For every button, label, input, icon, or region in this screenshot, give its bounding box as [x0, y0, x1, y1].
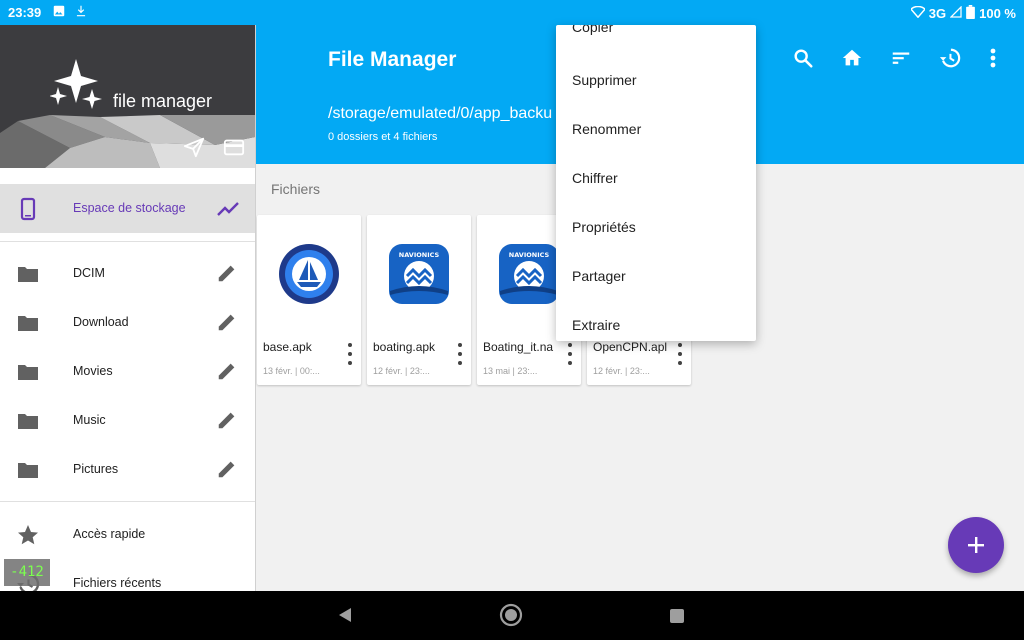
folder-icon	[16, 360, 40, 384]
divider	[0, 501, 255, 502]
card-icon[interactable]	[223, 136, 247, 160]
file-meta: 12 févr. | 23:...	[373, 366, 430, 376]
trending-up-icon[interactable]	[216, 197, 240, 221]
file-more-icon[interactable]	[455, 343, 465, 365]
navionics-app-icon: NAVIONICS	[389, 244, 449, 304]
battery-level: 100 %	[979, 6, 1016, 21]
file-more-icon[interactable]	[345, 343, 355, 365]
drawer-item-storage[interactable]: Espace de stockage	[0, 184, 255, 233]
navigation-bar	[0, 591, 1024, 640]
back-icon[interactable]	[336, 606, 356, 626]
home-icon[interactable]	[839, 45, 865, 71]
folder-icon	[16, 458, 40, 482]
current-path: /storage/emulated/0/app_backu	[328, 105, 553, 122]
menu-item-label: Partager	[572, 268, 626, 284]
folder-icon	[16, 311, 40, 335]
edit-icon[interactable]	[216, 458, 240, 482]
drawer-item-label: Pictures	[73, 462, 119, 476]
drawer-item-quick-access[interactable]: Accès rapide	[0, 510, 255, 559]
file-card[interactable]: base.apk 13 févr. | 00:...	[257, 215, 361, 385]
edit-icon[interactable]	[216, 311, 240, 335]
file-meta: 13 mai | 23:...	[483, 366, 538, 376]
sailboat-app-icon	[279, 244, 339, 304]
folder-file-count: 0 dossiers et 4 fichiers	[328, 131, 438, 143]
menu-item-label: Supprimer	[572, 72, 637, 88]
drawer-item-pictures[interactable]: Pictures	[0, 445, 255, 494]
menu-item-encrypt[interactable]: Chiffrer	[556, 154, 756, 203]
menu-item-properties[interactable]: Propriétés	[556, 203, 756, 252]
phone-icon	[16, 197, 40, 221]
navigation-drawer: file manager Espace de stockage DCIM Dow…	[0, 25, 256, 591]
menu-item-delete[interactable]: Supprimer	[556, 56, 756, 105]
drawer-item-label: Download	[73, 315, 129, 329]
file-name: Boating_it.na	[483, 340, 554, 354]
menu-item-label: Extraire	[572, 317, 621, 333]
search-icon[interactable]	[790, 45, 816, 71]
file-thumbnail	[257, 215, 361, 333]
battery-icon	[966, 5, 975, 22]
file-more-icon[interactable]	[675, 343, 685, 365]
edit-icon[interactable]	[216, 262, 240, 286]
menu-item-copy[interactable]: Copier	[556, 25, 756, 52]
drawer-item-label: Accès rapide	[73, 527, 146, 541]
svg-text:NAVIONICS: NAVIONICS	[399, 251, 440, 259]
send-icon[interactable]	[183, 136, 207, 160]
file-name: boating.apk	[373, 340, 436, 354]
header-decoration	[0, 115, 255, 168]
recents-icon[interactable]	[669, 608, 685, 624]
debug-overlay: -412	[4, 559, 50, 586]
edit-icon[interactable]	[216, 360, 240, 384]
file-meta: 12 févr. | 23:...	[593, 366, 650, 376]
history-icon[interactable]	[937, 45, 963, 71]
sort-icon[interactable]	[888, 45, 914, 71]
context-menu: Copier Supprimer Renommer Chiffrer Propr…	[556, 25, 756, 341]
image-notification-icon	[52, 4, 66, 21]
drawer-header: file manager	[0, 25, 255, 168]
menu-item-share[interactable]: Partager	[556, 252, 756, 301]
wifi-icon	[909, 5, 926, 21]
status-time: 23:39	[8, 5, 42, 20]
drawer-item-music[interactable]: Music	[0, 396, 255, 445]
sparkle-logo-icon	[50, 59, 102, 109]
plus-icon	[968, 537, 984, 553]
menu-item-label: Chiffrer	[572, 170, 618, 186]
menu-item-extract[interactable]: Extraire	[556, 301, 756, 341]
drawer-item-label: Movies	[73, 364, 113, 378]
folder-icon	[16, 409, 40, 433]
signal-icon	[949, 5, 962, 21]
drawer-item-download[interactable]: Download	[0, 298, 255, 347]
drawer-item-label: Espace de stockage	[73, 201, 186, 215]
menu-item-label: Copier	[572, 25, 614, 35]
home-nav-icon[interactable]	[499, 603, 523, 627]
network-type: 3G	[928, 6, 947, 21]
status-bar: 23:39 3G 100 %	[0, 0, 1024, 25]
download-notification-icon	[74, 4, 88, 21]
drawer-item-label: Fichiers récents	[73, 576, 162, 590]
file-thumbnail: NAVIONICS	[367, 215, 471, 333]
drawer-item-label: DCIM	[73, 266, 105, 280]
folder-icon	[16, 262, 40, 286]
divider	[0, 241, 255, 242]
drawer-item-movies[interactable]: Movies	[0, 347, 255, 396]
edit-icon[interactable]	[216, 409, 240, 433]
more-vert-icon[interactable]	[980, 45, 1006, 71]
file-more-icon[interactable]	[565, 343, 575, 365]
file-card[interactable]: NAVIONICS boating.apk 12 févr. | 23:...	[367, 215, 471, 385]
file-name: base.apk	[263, 340, 312, 354]
file-name: OpenCPN.apl	[593, 340, 668, 354]
drawer-item-label: Music	[73, 413, 106, 427]
file-meta: 13 févr. | 00:...	[263, 366, 320, 376]
star-icon	[16, 523, 40, 547]
app-title: File Manager	[328, 48, 457, 71]
brand-name: file manager	[113, 91, 213, 111]
section-label: Fichiers	[271, 181, 321, 197]
add-fab-button[interactable]	[948, 517, 1004, 573]
menu-item-label: Propriétés	[572, 219, 636, 235]
navionics-app-icon: NAVIONICS	[499, 244, 559, 304]
menu-item-rename[interactable]: Renommer	[556, 105, 756, 154]
svg-text:NAVIONICS: NAVIONICS	[509, 251, 550, 259]
menu-item-label: Renommer	[572, 121, 642, 137]
drawer-item-dcim[interactable]: DCIM	[0, 249, 255, 298]
